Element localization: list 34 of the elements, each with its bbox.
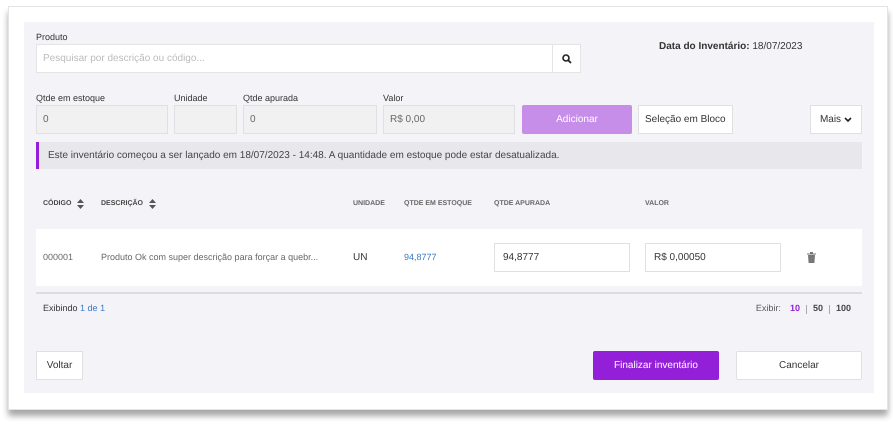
- input-field[interactable]: [174, 105, 237, 134]
- finish-button[interactable]: Finalizar inventário: [593, 351, 719, 380]
- chevron-down-icon: [844, 116, 852, 122]
- info-alert: Este inventário começou a ser lançado em 18/07/2023 - 14:48. A quantidade em estoque pode estar desatualizada.: [36, 142, 862, 169]
- table-cell-text: 000001: [43, 250, 74, 264]
- table-cell-text: UN: [353, 251, 368, 265]
- field-label: Valor: [383, 92, 404, 105]
- sort-icon: [77, 199, 84, 209]
- showing-count: Exibindo 1 de 1: [43, 302, 106, 316]
- input-field[interactable]: R$ 0,00050: [645, 243, 781, 272]
- input-field[interactable]: R$ 0,00: [383, 105, 515, 134]
- trash-icon[interactable]: [807, 252, 816, 263]
- page-size-option[interactable]: 10: [790, 302, 800, 316]
- page-size-label: Exibir:: [756, 302, 781, 316]
- back-button[interactable]: Voltar: [36, 351, 83, 380]
- more-button[interactable]: Mais: [810, 105, 862, 134]
- bulk-select-button[interactable]: Seleção em Bloco: [638, 105, 733, 134]
- page-size-option[interactable]: 100: [836, 302, 851, 316]
- input-field[interactable]: 0: [243, 105, 377, 134]
- field-label: Unidade: [174, 92, 209, 105]
- sort-icon: [149, 199, 156, 209]
- input-field[interactable]: 0: [36, 105, 168, 134]
- field-label: Qtde em estoque: [36, 92, 106, 105]
- search-button[interactable]: [553, 44, 581, 73]
- field-label: Produto: [36, 31, 69, 44]
- search-field[interactable]: Pesquisar por descrição ou código...: [36, 44, 553, 73]
- inventory-date: Data do Inventário: 18/07/2023: [659, 40, 802, 54]
- search-icon: [562, 54, 572, 64]
- page-size-option[interactable]: 50: [812, 302, 823, 316]
- table-cell-text: Produto Ok com super descrição para forçar a quebr...: [101, 250, 320, 264]
- cancel-button[interactable]: Cancelar: [736, 351, 862, 380]
- field-label: Qtde apurada: [243, 92, 300, 105]
- input-field[interactable]: 94,8777: [494, 243, 630, 272]
- table-cell-text: 94,8777: [404, 250, 438, 264]
